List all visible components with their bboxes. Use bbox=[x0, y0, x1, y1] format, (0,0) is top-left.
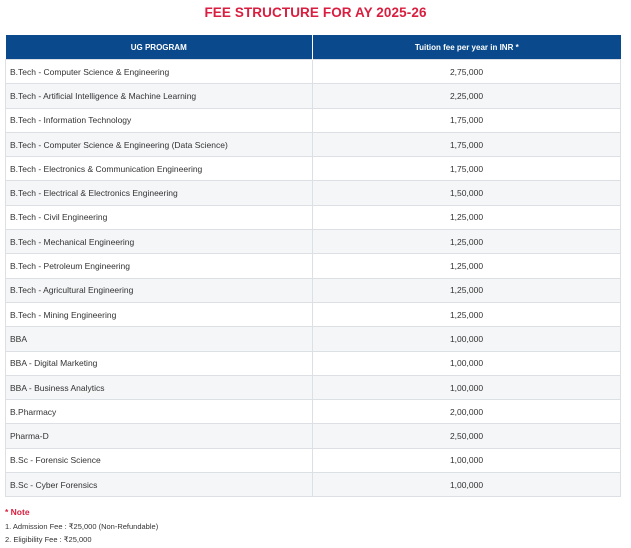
note-admission-fee: 1. Admission Fee : ₹25,000 (Non-Refundab… bbox=[5, 522, 159, 531]
table-row: B.Sc - Cyber Forensics 1,00,000 bbox=[5, 472, 621, 498]
tuition-fee-cell: 1,25,000 bbox=[312, 277, 621, 303]
table-row: B.Tech - Electronics & Communication Eng… bbox=[5, 156, 621, 182]
tuition-fee-cell: 1,25,000 bbox=[312, 204, 621, 231]
tuition-fee-cell: 1,00,000 bbox=[312, 350, 621, 376]
tuition-fee-cell: 1,00,000 bbox=[312, 374, 621, 401]
table-row: B.Tech - Electrical & Electronics Engine… bbox=[5, 180, 621, 206]
tuition-fee-cell: 1,25,000 bbox=[312, 301, 621, 328]
tuition-fee-cell: 1,25,000 bbox=[312, 253, 621, 279]
table-row: B.Tech - Mining Engineering 1,25,000 bbox=[5, 301, 621, 328]
table-row: BBA 1,00,000 bbox=[5, 326, 621, 352]
table-row: B.Tech - Information Technology 1,75,000 bbox=[5, 107, 621, 133]
table-row: B.Tech - Computer Science & Engineering 2… bbox=[5, 58, 621, 85]
fee-table: UG PROGRAM Tuition fee per year in INR *… bbox=[5, 35, 621, 498]
tuition-fee-cell: 1,00,000 bbox=[312, 472, 621, 498]
tuition-fee-cell: 1,75,000 bbox=[312, 131, 621, 158]
fee-structure-page: FEE STRUCTURE FOR AY 2025-26 UG PROGRAM … bbox=[0, 0, 631, 548]
program-name-cell: B.Tech - Agricultural Engineering bbox=[5, 277, 313, 303]
tuition-fee-cell: 1,25,000 bbox=[312, 229, 621, 255]
table-row: B.Tech - Computer Science & Engineering … bbox=[5, 131, 621, 158]
program-name-cell: B.Pharmacy bbox=[5, 399, 313, 425]
tuition-fee-cell: 2,75,000 bbox=[312, 58, 621, 85]
program-name-cell: B.Tech - Mining Engineering bbox=[5, 301, 313, 328]
tuition-fee-cell: 2,25,000 bbox=[312, 83, 621, 109]
program-name-cell: B.Sc - Cyber Forensics bbox=[5, 472, 313, 498]
header-ug-program: UG PROGRAM bbox=[5, 35, 313, 60]
header-tuition-fee: Tuition fee per year in INR * bbox=[312, 35, 621, 60]
program-name-cell: B.Tech - Electrical & Electronics Engine… bbox=[5, 180, 313, 206]
table-row: B.Tech - Agricultural Engineering 1,25,00… bbox=[5, 277, 621, 303]
tuition-fee-cell: 1,00,000 bbox=[312, 326, 621, 352]
tuition-fee-cell: 2,00,000 bbox=[312, 399, 621, 425]
table-row: Pharma-D 2,50,000 bbox=[5, 423, 621, 449]
program-name-cell: B.Tech - Petroleum Engineering bbox=[5, 253, 313, 279]
program-name-cell: B.Tech - Computer Science & Engineering … bbox=[5, 131, 313, 158]
tuition-fee-cell: 2,50,000 bbox=[312, 423, 621, 449]
program-name-cell: Pharma-D bbox=[5, 423, 313, 449]
tuition-fee-cell: 1,00,000 bbox=[312, 447, 621, 474]
table-row: B.Tech - Petroleum Engineering 1,25,000 bbox=[5, 253, 621, 279]
program-name-cell: B.Tech - Electronics & Communication Eng… bbox=[5, 156, 313, 182]
table-row: B.Tech - Artificial Intelligence & Machi… bbox=[5, 83, 621, 109]
program-name-cell: B.Tech - Artificial Intelligence & Machi… bbox=[5, 83, 313, 109]
program-name-cell: B.Tech - Civil Engineering bbox=[5, 204, 313, 231]
table-row: BBA - Business Analytics 1,00,000 bbox=[5, 374, 621, 401]
program-name-cell: B.Tech - Mechanical Engineering bbox=[5, 229, 313, 255]
table-row: BBA - Digital Marketing 1,00,000 bbox=[5, 350, 621, 376]
program-name-cell: B.Tech - Information Technology bbox=[5, 107, 313, 133]
table-row: B.Tech - Civil Engineering 1,25,000 bbox=[5, 204, 621, 231]
table-row: B.Sc - Forensic Science 1,00,000 bbox=[5, 447, 621, 474]
table-header-row: UG PROGRAM Tuition fee per year in INR * bbox=[5, 35, 621, 60]
program-name-cell: B.Sc - Forensic Science bbox=[5, 447, 313, 474]
tuition-fee-cell: 1,75,000 bbox=[312, 107, 621, 133]
page-title: FEE STRUCTURE FOR AY 2025-26 bbox=[204, 5, 427, 20]
program-name-cell: BBA bbox=[5, 326, 313, 352]
table-row: B.Tech - Mechanical Engineering 1,25,000 bbox=[5, 229, 621, 255]
program-name-cell: B.Tech - Computer Science & Engineering bbox=[5, 58, 313, 85]
program-name-cell: BBA - Business Analytics bbox=[5, 374, 313, 401]
tuition-fee-cell: 1,75,000 bbox=[312, 156, 621, 182]
program-name-cell: BBA - Digital Marketing bbox=[5, 350, 313, 376]
note-heading: * Note bbox=[5, 507, 30, 517]
note-eligibility-fee: 2. Eligibility Fee : ₹25,000 bbox=[5, 535, 92, 544]
table-row: B.Pharmacy 2,00,000 bbox=[5, 399, 621, 425]
tuition-fee-cell: 1,50,000 bbox=[312, 180, 621, 206]
fee-table-body: B.Tech - Computer Science & Engineering 2… bbox=[5, 58, 621, 498]
